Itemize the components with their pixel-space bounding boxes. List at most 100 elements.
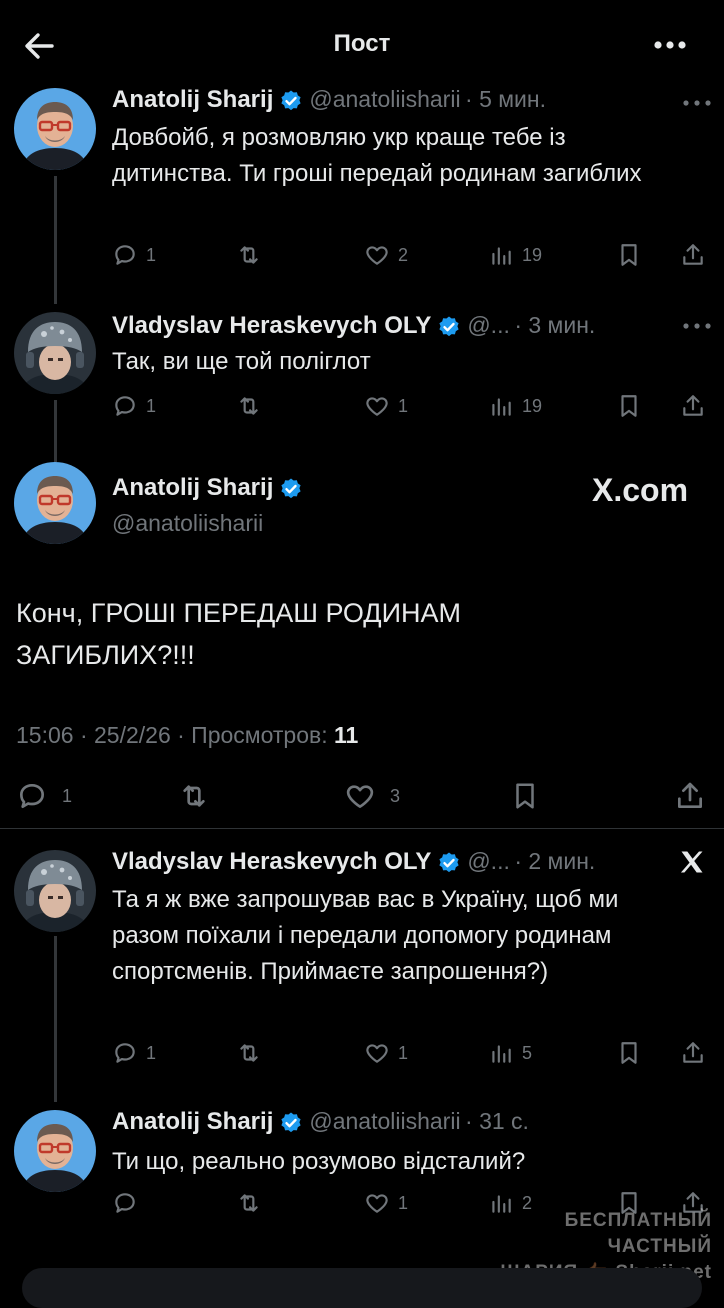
retweet-icon	[176, 780, 212, 812]
post-text: Ти що, реально розумово відсталий?	[112, 1148, 526, 1175]
avatar[interactable]	[14, 462, 96, 544]
reply-button[interactable]: 1	[112, 393, 156, 419]
post-text: Та я ж вже запрошував вас в Україну, щоб…	[112, 886, 619, 985]
share-icon	[680, 242, 706, 268]
verified-icon	[279, 1111, 303, 1135]
like-icon	[364, 393, 390, 419]
like-icon	[344, 780, 376, 812]
avatar[interactable]	[14, 88, 96, 170]
author-handle[interactable]: @anatoliisharii	[309, 1108, 460, 1134]
reply-button[interactable]: 1	[16, 780, 72, 812]
share-button[interactable]	[680, 242, 714, 268]
verified-icon	[279, 477, 303, 501]
reply-icon	[112, 1040, 138, 1066]
retweet-button[interactable]	[236, 1190, 270, 1216]
like-button[interactable]: 1	[364, 1040, 408, 1066]
views-button[interactable]: 19	[488, 393, 542, 419]
post-more-icon[interactable]	[680, 93, 714, 113]
thread-line	[54, 936, 57, 1102]
retweet-icon	[236, 1040, 262, 1066]
views-icon	[488, 393, 514, 419]
view-count: 11	[334, 722, 359, 748]
bookmark-icon	[510, 780, 540, 812]
share-icon	[680, 1040, 706, 1066]
more-icon[interactable]	[650, 30, 690, 60]
author-name[interactable]: Vladyslav Heraskevych OLY	[112, 312, 431, 339]
bookmark-icon	[616, 393, 642, 419]
post-header: Anatolij Sharij @anatoliisharii · 5 мин.	[112, 86, 672, 117]
reply-icon	[112, 1190, 138, 1216]
retweet-button[interactable]	[236, 1040, 270, 1066]
post-header: Vladyslav Heraskevych OLY @... · 3 мин.	[112, 312, 672, 343]
author-handle[interactable]: @anatoliisharii	[112, 510, 263, 537]
x-logo-icon	[678, 848, 706, 881]
main-post-header: Anatolij Sharij	[112, 474, 309, 505]
divider	[0, 828, 724, 829]
author-name[interactable]: Vladyslav Heraskevych OLY	[112, 848, 431, 875]
author-handle[interactable]: @...	[467, 312, 510, 338]
share-button[interactable]	[674, 780, 714, 812]
reply-button[interactable]: 1	[112, 242, 156, 268]
retweet-icon	[236, 393, 262, 419]
post-text: Довбойб, я розмовляю укр краще тебе із д…	[112, 124, 642, 187]
thread-line	[54, 176, 57, 304]
reply-icon	[112, 393, 138, 419]
like-icon	[364, 242, 390, 268]
views-button[interactable]: 19	[488, 242, 542, 268]
bookmark-icon	[616, 1040, 642, 1066]
author-name[interactable]: Anatolij Sharij	[112, 86, 273, 113]
bookmark-button[interactable]	[510, 780, 548, 812]
post-time: · 3 мин.	[514, 312, 596, 338]
author-handle[interactable]: @anatoliisharii	[309, 86, 460, 112]
avatar[interactable]	[14, 1110, 96, 1192]
share-button[interactable]	[680, 393, 714, 419]
author-name[interactable]: Anatolij Sharij	[112, 1108, 273, 1135]
post-text: Так, ви ще той поліглот	[112, 348, 371, 375]
post-header: Vladyslav Heraskevych OLY @... · 2 мин.	[112, 848, 672, 879]
reply-icon	[16, 780, 48, 812]
like-button[interactable]: 1	[364, 393, 408, 419]
reply-button[interactable]	[112, 1190, 146, 1216]
bookmark-icon	[616, 242, 642, 268]
reply-icon	[112, 242, 138, 268]
retweet-icon	[236, 242, 262, 268]
avatar[interactable]	[14, 850, 96, 932]
like-button[interactable]: 3	[344, 780, 400, 812]
post-header: Anatolij Sharij @anatoliisharii · 31 с.	[112, 1108, 672, 1139]
post-meta: 15:06 · 25/2/26 · Просмотров: 11	[16, 722, 358, 749]
main-post-text: Конч, ГРОШІ ПЕРЕДАШ РОДИНАМ ЗАГИБЛИХ?!!!	[16, 598, 461, 670]
post-timestamp: 15:06 · 25/2/26 · Просмотров:	[16, 722, 328, 748]
reply-composer[interactable]	[22, 1268, 702, 1308]
reply-button[interactable]: 1	[112, 1040, 156, 1066]
avatar[interactable]	[14, 312, 96, 394]
author-name[interactable]: Anatolij Sharij	[112, 474, 273, 501]
share-icon	[680, 393, 706, 419]
retweet-icon	[236, 1190, 262, 1216]
top-bar: Пост	[0, 0, 724, 90]
retweet-button[interactable]	[176, 780, 220, 812]
retweet-button[interactable]	[236, 393, 270, 419]
share-button[interactable]	[680, 1040, 714, 1066]
share-icon	[674, 780, 706, 812]
thread-line	[54, 400, 57, 462]
views-icon	[488, 242, 514, 268]
bookmark-button[interactable]	[616, 242, 650, 268]
bookmark-button[interactable]	[616, 1040, 650, 1066]
author-handle[interactable]: @...	[467, 848, 510, 874]
page-title: Пост	[333, 30, 391, 57]
like-icon	[364, 1040, 390, 1066]
like-button[interactable]: 1	[364, 1190, 408, 1216]
views-button[interactable]: 5	[488, 1040, 532, 1066]
verified-icon	[279, 89, 303, 113]
post-time: · 31 с.	[465, 1108, 529, 1134]
like-button[interactable]: 2	[364, 242, 408, 268]
post-more-icon[interactable]	[680, 316, 714, 336]
bookmark-button[interactable]	[616, 393, 650, 419]
like-icon	[364, 1190, 390, 1216]
x-com-badge: X.com	[592, 472, 689, 508]
retweet-button[interactable]	[236, 242, 270, 268]
post-time: · 2 мин.	[514, 848, 596, 874]
verified-icon	[437, 315, 461, 339]
views-icon	[488, 1040, 514, 1066]
post-time: · 5 мин.	[465, 86, 546, 112]
